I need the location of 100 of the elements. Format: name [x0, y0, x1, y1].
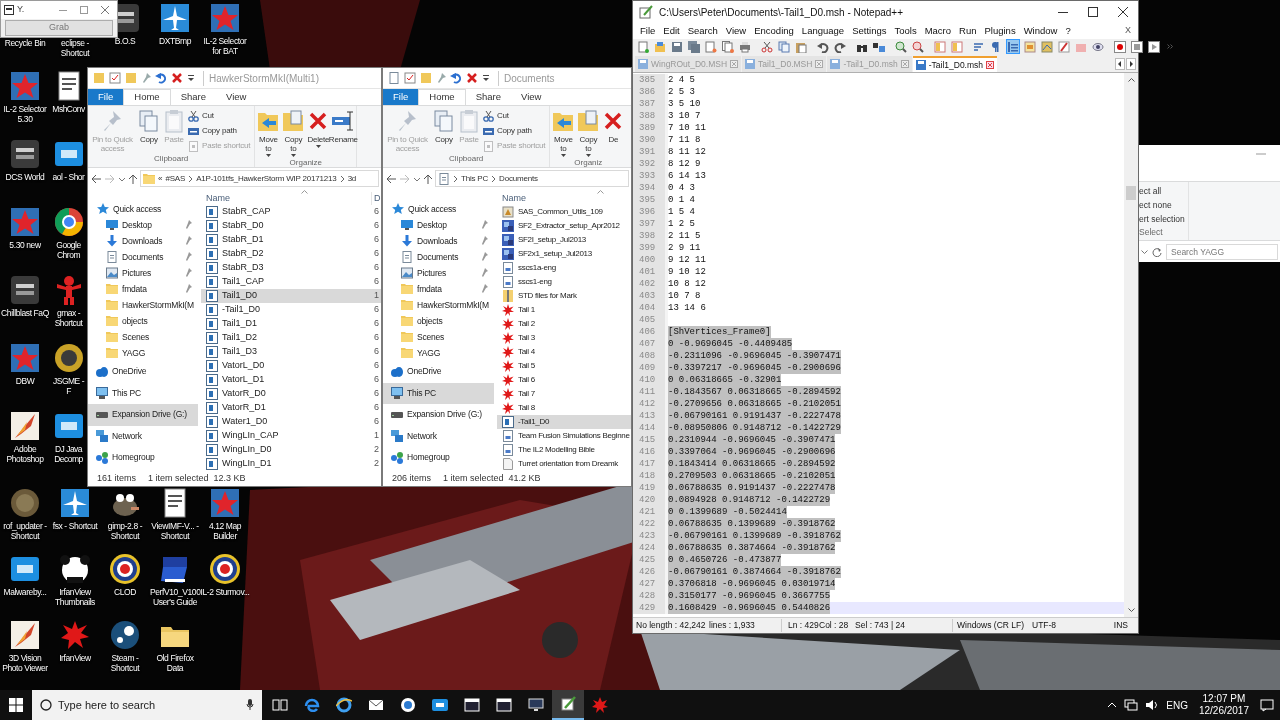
- ribbon-tab[interactable]: File: [88, 89, 124, 105]
- desktop-shortcut[interactable]: 5.30 new: [0, 206, 50, 250]
- clock-date[interactable]: 12/26/2017: [1198, 705, 1249, 717]
- ribbon-button[interactable]: Copy path: [187, 124, 252, 138]
- desktop-shortcut[interactable]: PerfV10_V100 User's Guide: [150, 553, 200, 607]
- file-row[interactable]: VatorR_D0 6: [201, 387, 381, 401]
- desktop-shortcut[interactable]: JSGME - F: [50, 342, 87, 396]
- file-row[interactable]: Tail 5: [497, 359, 631, 373]
- ribbon-button[interactable]: ect all: [1139, 184, 1188, 198]
- ribbon-tab[interactable]: View: [511, 89, 552, 105]
- nav-item[interactable]: objects: [383, 313, 494, 329]
- menu-item[interactable]: Plugins: [980, 23, 1020, 39]
- nav-item[interactable]: Network: [88, 425, 198, 447]
- desktop-shortcut[interactable]: DJ Java Decomp: [50, 410, 87, 464]
- file-row[interactable]: Tail 7: [497, 387, 631, 401]
- desktop-shortcut[interactable]: MshConv: [50, 70, 87, 114]
- nav-item[interactable]: Quick access: [88, 201, 198, 217]
- file-row[interactable]: Tail 2: [497, 317, 631, 331]
- file-row[interactable]: StabR_D2 6: [201, 247, 381, 261]
- ribbon-button[interactable]: Copy to: [281, 109, 306, 157]
- desktop-shortcut[interactable]: fsx - Shortcut: [50, 487, 100, 531]
- desktop-shortcut[interactable]: Google Chrom: [50, 206, 87, 260]
- file-row[interactable]: StabR_CAP 6: [201, 205, 381, 219]
- nav-item[interactable]: Pictures: [383, 265, 494, 281]
- file-row[interactable]: StabR_D1 6: [201, 233, 381, 247]
- file-row[interactable]: StabR_D3 6: [201, 261, 381, 275]
- menu-item[interactable]: File: [636, 23, 660, 39]
- column-header[interactable]: Name: [497, 191, 631, 205]
- file-row[interactable]: Tail1_D2 6: [201, 331, 381, 345]
- desktop-shortcut[interactable]: IL-2 Sturmov...: [200, 553, 250, 597]
- nav-item[interactable]: HawkerStormMkI(M: [383, 297, 494, 313]
- desktop-shortcut[interactable]: DXTBmp: [150, 2, 200, 46]
- desktop-shortcut[interactable]: Chillblast FaQ: [0, 274, 50, 318]
- file-row[interactable]: Tail1_D0 1: [201, 289, 381, 303]
- file-row[interactable]: WingLIn_CAP 1: [201, 429, 381, 443]
- nav-item[interactable]: Documents: [88, 249, 198, 265]
- menu-item[interactable]: Tools: [890, 23, 921, 39]
- menu-item[interactable]: ?: [1061, 23, 1075, 39]
- breadcrumb[interactable]: 3d: [347, 172, 357, 185]
- desktop-shortcut[interactable]: Old Firefox Data: [150, 619, 200, 673]
- nav-item[interactable]: Desktop: [88, 217, 198, 233]
- nav-item[interactable]: Documents: [383, 249, 494, 265]
- ribbon-button[interactable]: ert selection: [1139, 212, 1188, 226]
- file-row[interactable]: -Tail1_D0: [497, 415, 631, 429]
- desktop-shortcut[interactable]: IL-2 Selector for BAT: [200, 2, 250, 56]
- file-row[interactable]: Tail 6: [497, 373, 631, 387]
- desktop-shortcut[interactable]: gimp-2.8 - Shortcut: [100, 487, 150, 541]
- menu-item[interactable]: Window: [1019, 23, 1062, 39]
- nav-item[interactable]: OneDrive: [88, 361, 198, 383]
- file-row[interactable]: Tail1_D1 6: [201, 317, 381, 331]
- file-row[interactable]: SAS_Common_Utils_109: [497, 205, 631, 219]
- nav-item[interactable]: YAGG: [88, 345, 198, 361]
- nav-item[interactable]: fmdata: [88, 281, 198, 297]
- ribbon-button[interactable]: Cut: [482, 109, 547, 123]
- menu-item[interactable]: Language: [797, 23, 849, 39]
- ribbon-tab[interactable]: Home: [418, 89, 466, 105]
- ribbon-tab[interactable]: View: [216, 89, 257, 105]
- nav-item[interactable]: This PC: [383, 382, 494, 404]
- ribbon-tab[interactable]: Share: [170, 89, 216, 105]
- file-row[interactable]: Tail 8: [497, 401, 631, 415]
- file-row[interactable]: SF2_Extractor_setup_Apr2012: [497, 219, 631, 233]
- column-header[interactable]: Name: [201, 191, 371, 205]
- ribbon-button[interactable]: Copy to: [576, 109, 601, 157]
- ribbon-button[interactable]: Copy: [432, 109, 456, 153]
- ribbon-button[interactable]: Move to: [256, 109, 281, 157]
- file-row[interactable]: StabR_D0 6: [201, 219, 381, 233]
- file-row[interactable]: Tail 3: [497, 331, 631, 345]
- file-row[interactable]: Turret orientation from Dreamk: [497, 457, 631, 471]
- file-row[interactable]: Team Fusion Simulations Beginne: [497, 429, 631, 443]
- file-row[interactable]: The IL2 Modelling Bible: [497, 443, 631, 457]
- file-row[interactable]: WingLIn_D0 2: [201, 443, 381, 457]
- ribbon-button[interactable]: Copy: [137, 109, 161, 153]
- file-row[interactable]: VatorL_D1 6: [201, 373, 381, 387]
- file-row[interactable]: WingLIn_D1 2: [201, 457, 381, 471]
- nav-item[interactable]: objects: [88, 313, 198, 329]
- menu-item[interactable]: Encoding: [750, 23, 798, 39]
- file-row[interactable]: Water1_D0 6: [201, 415, 381, 429]
- ribbon-tab[interactable]: Home: [123, 89, 171, 105]
- nav-item[interactable]: Network: [383, 425, 494, 447]
- desktop-shortcut[interactable]: ViewIMF-V... - Shortcut: [150, 487, 200, 541]
- breadcrumb[interactable]: Documents: [499, 172, 538, 185]
- close-document-button[interactable]: X: [1121, 24, 1135, 38]
- nav-item[interactable]: Pictures: [88, 265, 198, 281]
- desktop-shortcut[interactable]: Recycle Bin: [0, 38, 50, 48]
- desktop-shortcut[interactable]: Adobe Photoshop: [0, 410, 50, 464]
- nav-item[interactable]: Quick access: [383, 201, 494, 217]
- file-row[interactable]: Tail1_CAP 6: [201, 275, 381, 289]
- ribbon-tab[interactable]: File: [383, 89, 419, 105]
- desktop-shortcut[interactable]: DBW: [0, 342, 50, 386]
- desktop-shortcut[interactable]: 4.12 Map Builder: [200, 487, 250, 541]
- nav-item[interactable]: This PC: [88, 382, 198, 404]
- nav-item[interactable]: Expansion Drive (G:): [88, 404, 198, 426]
- search-field[interactable]: Type here to search: [32, 690, 262, 720]
- desktop-shortcut[interactable]: eclipse - Shortcut: [50, 38, 100, 58]
- breadcrumb[interactable]: #SAS: [165, 172, 186, 185]
- nav-item[interactable]: Homegroup: [383, 447, 494, 469]
- search-field[interactable]: Search YAGG: [1166, 243, 1278, 260]
- address-bar[interactable]: This PC Documents: [435, 170, 629, 187]
- desktop-shortcut[interactable]: CLOD: [100, 553, 150, 597]
- file-row[interactable]: -Tail1_D0 6: [201, 303, 381, 317]
